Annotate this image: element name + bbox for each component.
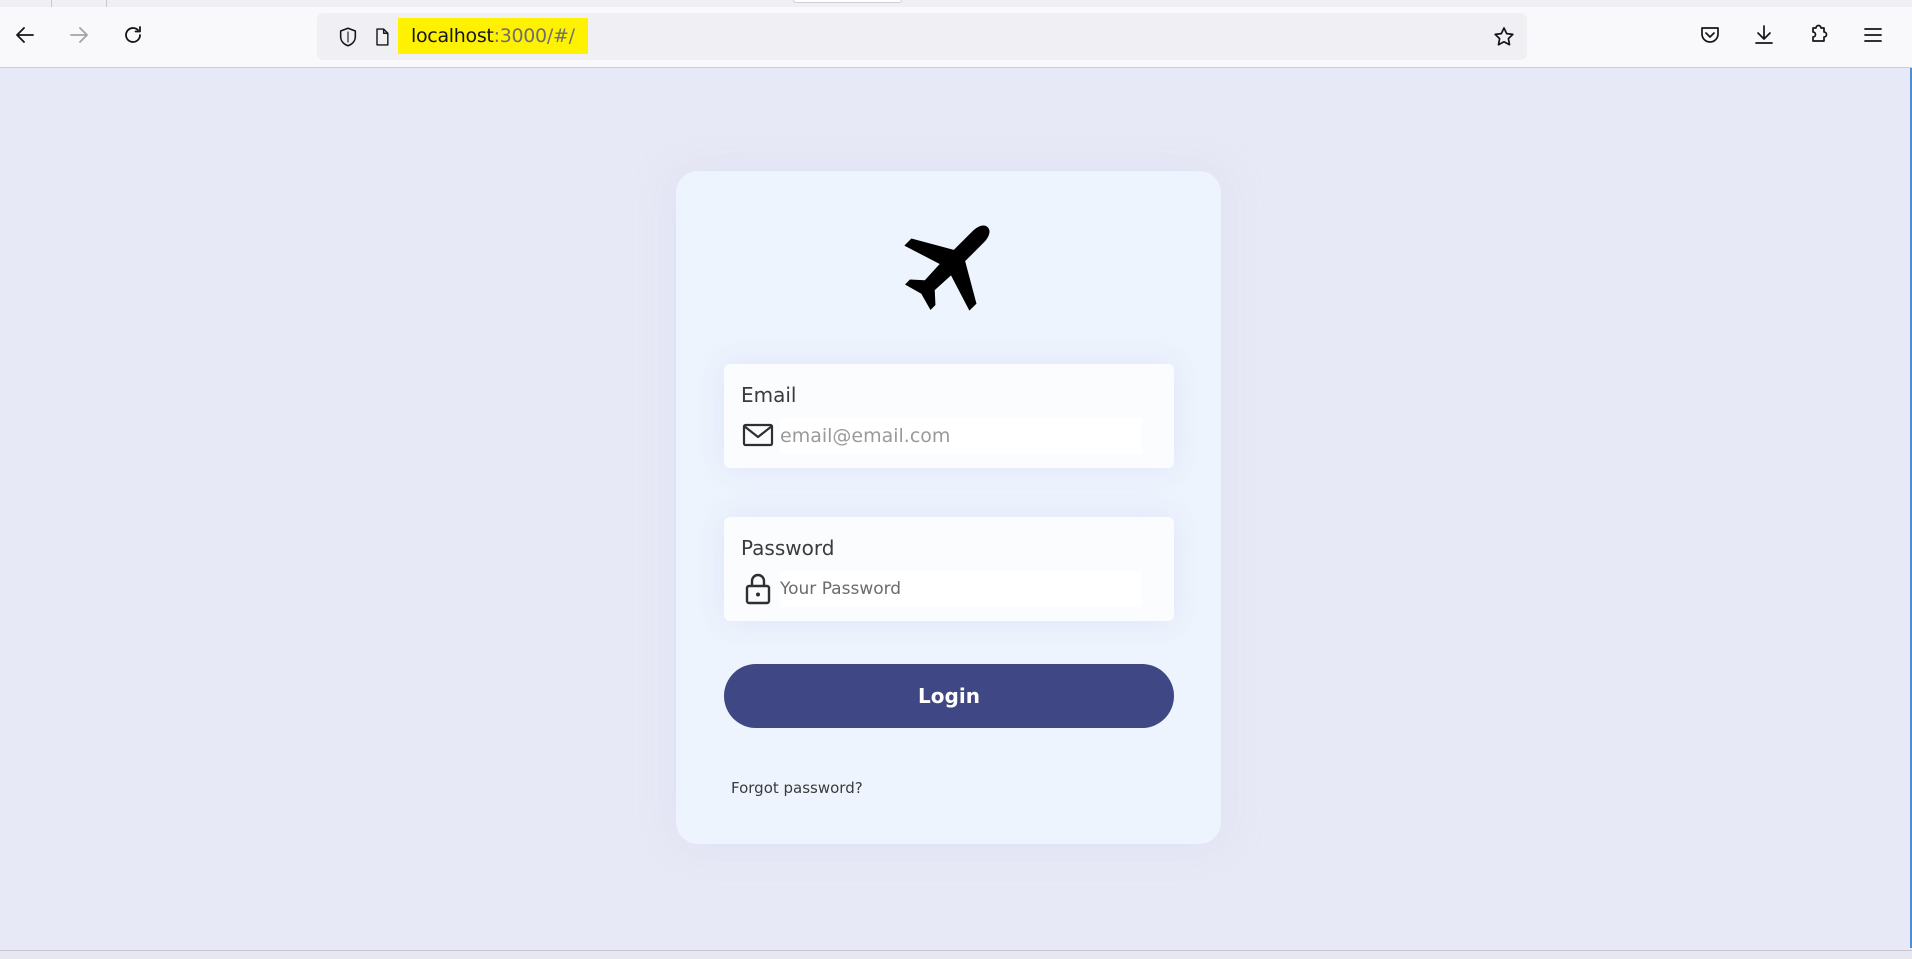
active-tab[interactable] [793, 0, 902, 3]
url-path: :3000/#/ [493, 25, 575, 47]
page-content: Email Password Login Forgot passwor [0, 68, 1910, 950]
login-button[interactable]: Login [724, 664, 1174, 728]
star-icon[interactable] [1487, 13, 1521, 60]
email-label: Email [741, 383, 797, 407]
shield-icon[interactable] [330, 13, 366, 60]
tab-strip [0, 0, 1912, 7]
email-input[interactable] [780, 418, 1142, 454]
reload-icon[interactable] [117, 19, 149, 51]
login-card: Email Password Login Forgot passwor [676, 171, 1221, 844]
url-bar[interactable]: localhost:3000/#/ [317, 13, 1527, 60]
password-field-group: Password [724, 517, 1174, 621]
password-input[interactable] [780, 571, 1142, 607]
browser-toolbar: localhost:3000/#/ [0, 7, 1912, 68]
page-icon[interactable] [367, 13, 397, 60]
password-label: Password [741, 536, 835, 560]
arrow-left-icon[interactable] [9, 19, 41, 51]
download-icon[interactable] [1748, 19, 1780, 51]
puzzle-icon[interactable] [1803, 19, 1835, 51]
envelope-icon [741, 418, 775, 452]
url-host: localhost [411, 25, 494, 47]
lock-icon [741, 571, 775, 605]
url-text[interactable]: localhost:3000/#/ [398, 18, 588, 54]
tab-separator [106, 0, 107, 7]
tab-separator [51, 0, 52, 7]
airplane-icon [896, 209, 1006, 319]
arrow-right-icon[interactable] [63, 19, 95, 51]
email-field-group: Email [724, 364, 1174, 468]
forgot-password-link[interactable]: Forgot password? [731, 779, 863, 797]
pocket-icon[interactable] [1694, 19, 1726, 51]
hamburger-menu-icon[interactable] [1857, 19, 1889, 51]
